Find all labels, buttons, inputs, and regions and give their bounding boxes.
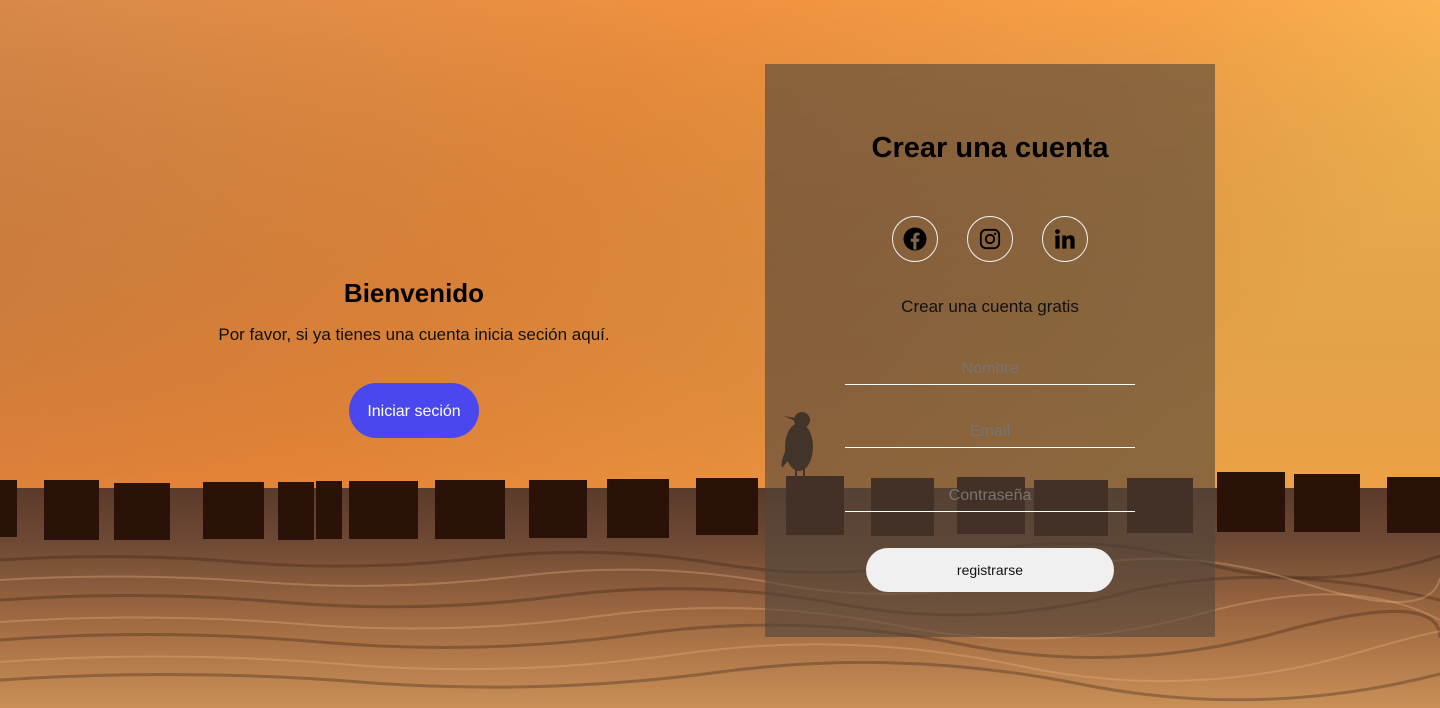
instagram-icon [979, 228, 1001, 250]
facebook-button[interactable] [892, 216, 938, 262]
register-panel: Crear una cuenta Crear una cuenta gratis… [765, 64, 1215, 637]
social-links [765, 216, 1215, 262]
password-field[interactable] [845, 481, 1135, 512]
email-field[interactable] [845, 417, 1135, 448]
register-title: Crear una cuenta [871, 132, 1109, 164]
instagram-button[interactable] [967, 216, 1013, 262]
welcome-title: Bienvenido [343, 278, 485, 308]
register-button[interactable]: registrarse [866, 548, 1114, 592]
name-field[interactable] [845, 354, 1135, 385]
linkedin-icon [1055, 229, 1075, 249]
login-button[interactable]: Iniciar seción [349, 383, 479, 438]
linkedin-button[interactable] [1042, 216, 1088, 262]
page: Bienvenido Por favor, si ya tienes una c… [0, 0, 1440, 708]
welcome-section: Bienvenido Por favor, si ya tienes una c… [164, 276, 664, 438]
welcome-message: Por favor, si ya tienes una cuenta inici… [218, 325, 610, 344]
facebook-icon [903, 227, 927, 251]
register-subtitle: Crear una cuenta gratis [901, 297, 1079, 316]
